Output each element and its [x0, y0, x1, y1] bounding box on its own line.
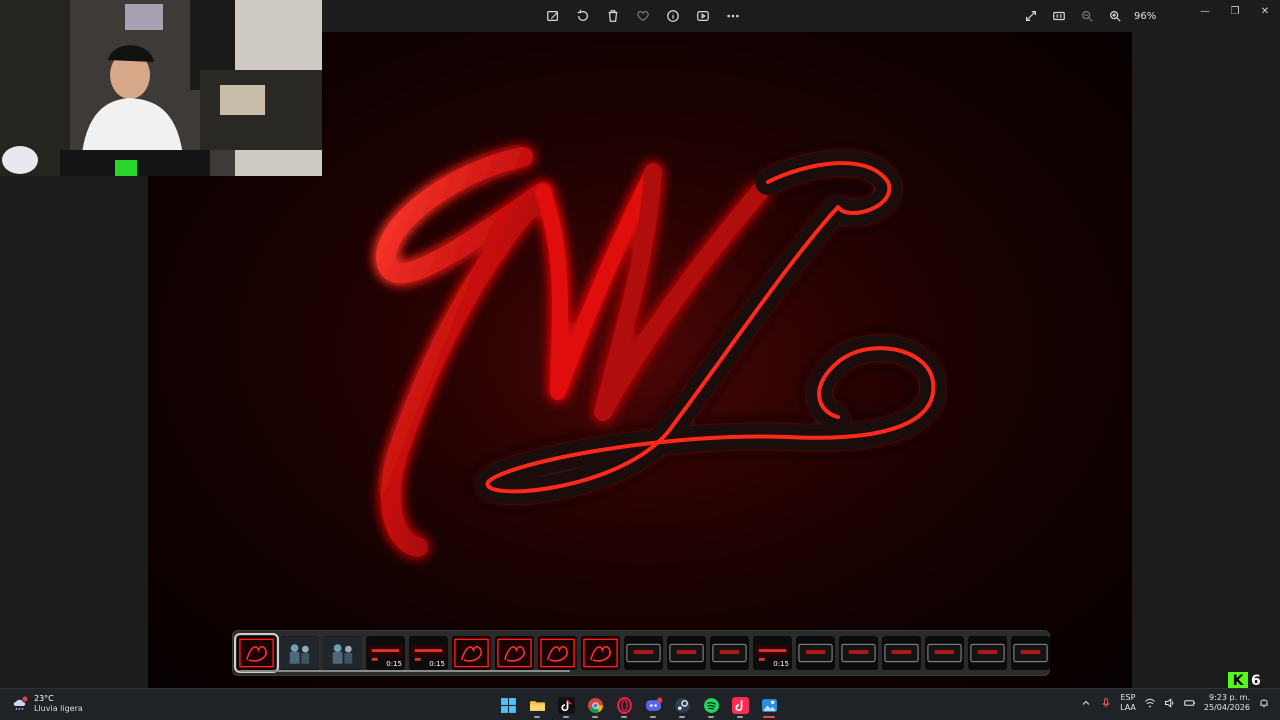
kick-count: 6	[1251, 673, 1261, 689]
language-indicator[interactable]: ESP LAA	[1120, 693, 1136, 713]
filmstrip-thumb[interactable]	[495, 636, 534, 670]
filmstrip-thumb[interactable]	[710, 636, 749, 670]
running-indicator	[563, 716, 569, 718]
running-indicator	[763, 716, 775, 718]
video-duration: 0:15	[429, 660, 445, 668]
system-tray: ESP LAA 9:23 p. m. 25/04/2026	[1080, 693, 1270, 713]
webcam-overlay	[0, 0, 322, 176]
filmstrip-thumb[interactable]	[925, 636, 964, 670]
language-code: ESP	[1120, 693, 1136, 702]
filmstrip-thumb[interactable]: 0:15	[753, 636, 792, 670]
volume-icon[interactable]	[1164, 697, 1176, 709]
taskbar-apps	[496, 692, 781, 718]
image-toolbar	[540, 0, 746, 32]
filmstrip-thumb[interactable]: 0:15	[366, 636, 405, 670]
filmstrip-thumb[interactable]	[968, 636, 1007, 670]
clock-time: 9:23 p. m.	[1208, 693, 1250, 702]
chrome-icon[interactable]	[583, 692, 607, 718]
running-indicator	[592, 716, 598, 718]
file-explorer-icon[interactable]	[525, 692, 549, 718]
steam-icon[interactable]	[670, 692, 694, 718]
running-indicator	[679, 716, 685, 718]
battery-icon[interactable]	[1184, 697, 1196, 709]
weather-condition: Lluvia ligera	[34, 704, 83, 713]
fullscreen-icon[interactable]	[1018, 3, 1044, 29]
minimize-button[interactable]: —	[1190, 0, 1220, 22]
filmstrip-thumb[interactable]	[538, 636, 577, 670]
actual-size-icon[interactable]	[1046, 3, 1072, 29]
zoom-in-icon[interactable]	[1102, 3, 1128, 29]
clock[interactable]: 9:23 p. m. 25/04/2026	[1204, 693, 1250, 713]
favorite-icon[interactable]	[630, 3, 656, 29]
filmstrip-scrollbar[interactable]	[240, 670, 570, 672]
filmstrip-thumb[interactable]	[581, 636, 620, 670]
microphone-icon[interactable]	[1100, 697, 1112, 709]
keyboard-layout: LAA	[1120, 703, 1136, 712]
spotify-icon[interactable]	[699, 692, 723, 718]
filmstrip-thumb[interactable]	[839, 636, 878, 670]
zoom-out-icon[interactable]	[1074, 3, 1100, 29]
windows-start-icon[interactable]	[496, 692, 520, 718]
running-indicator	[621, 716, 627, 718]
rotate-icon[interactable]	[570, 3, 596, 29]
wifi-icon[interactable]	[1144, 697, 1156, 709]
video-duration: 0:15	[386, 660, 402, 668]
zoom-tools: 96%	[1018, 0, 1156, 32]
video-duration: 0:15	[773, 660, 789, 668]
slideshow-icon[interactable]	[690, 3, 716, 29]
filmstrip-thumb[interactable]	[624, 636, 663, 670]
zoom-level[interactable]: 96%	[1134, 11, 1156, 22]
filmstrip-thumb[interactable]	[667, 636, 706, 670]
chevron-up-icon[interactable]	[1080, 697, 1092, 709]
close-button[interactable]: ✕	[1250, 0, 1280, 22]
running-indicator	[534, 716, 540, 718]
running-indicator	[708, 716, 714, 718]
tiktok-icon[interactable]	[554, 692, 578, 718]
rain-cloud-icon	[13, 696, 28, 711]
info-icon[interactable]	[660, 3, 686, 29]
taskbar: 23°C Lluvia ligera ESP LAA 9:23 p. m. 25…	[0, 688, 1280, 720]
photos-app-window: 96% — ❐ ✕ 0:15 0:15 0:15	[0, 0, 1280, 688]
filmstrip-thumb[interactable]: 0:15	[409, 636, 448, 670]
filmstrip-thumb[interactable]	[280, 636, 319, 670]
photos-icon[interactable]	[757, 692, 781, 718]
opera-gx-icon[interactable]	[612, 692, 636, 718]
weather-temp: 23°C	[34, 694, 54, 703]
filmstrip-thumb[interactable]	[323, 636, 362, 670]
tiktok-live-icon[interactable]	[728, 692, 752, 718]
filmstrip-thumb[interactable]	[796, 636, 835, 670]
edit-icon[interactable]	[540, 3, 566, 29]
maximize-button[interactable]: ❐	[1220, 0, 1250, 22]
webcam-feed-image	[0, 0, 322, 176]
discord-icon[interactable]	[641, 692, 665, 718]
filmstrip-thumb[interactable]	[882, 636, 921, 670]
filmstrip-thumb[interactable]	[452, 636, 491, 670]
notification-bell-icon[interactable]	[1258, 697, 1270, 709]
delete-icon[interactable]	[600, 3, 626, 29]
filmstrip-thumb[interactable]	[234, 633, 279, 673]
running-indicator	[737, 716, 743, 718]
running-indicator	[650, 716, 656, 718]
window-controls: — ❐ ✕	[1190, 0, 1280, 22]
filmstrip-thumb[interactable]	[1011, 636, 1050, 670]
weather-widget[interactable]: 23°C Lluvia ligera	[12, 694, 83, 714]
more-icon[interactable]	[720, 3, 746, 29]
clock-date: 25/04/2026	[1203, 703, 1250, 712]
